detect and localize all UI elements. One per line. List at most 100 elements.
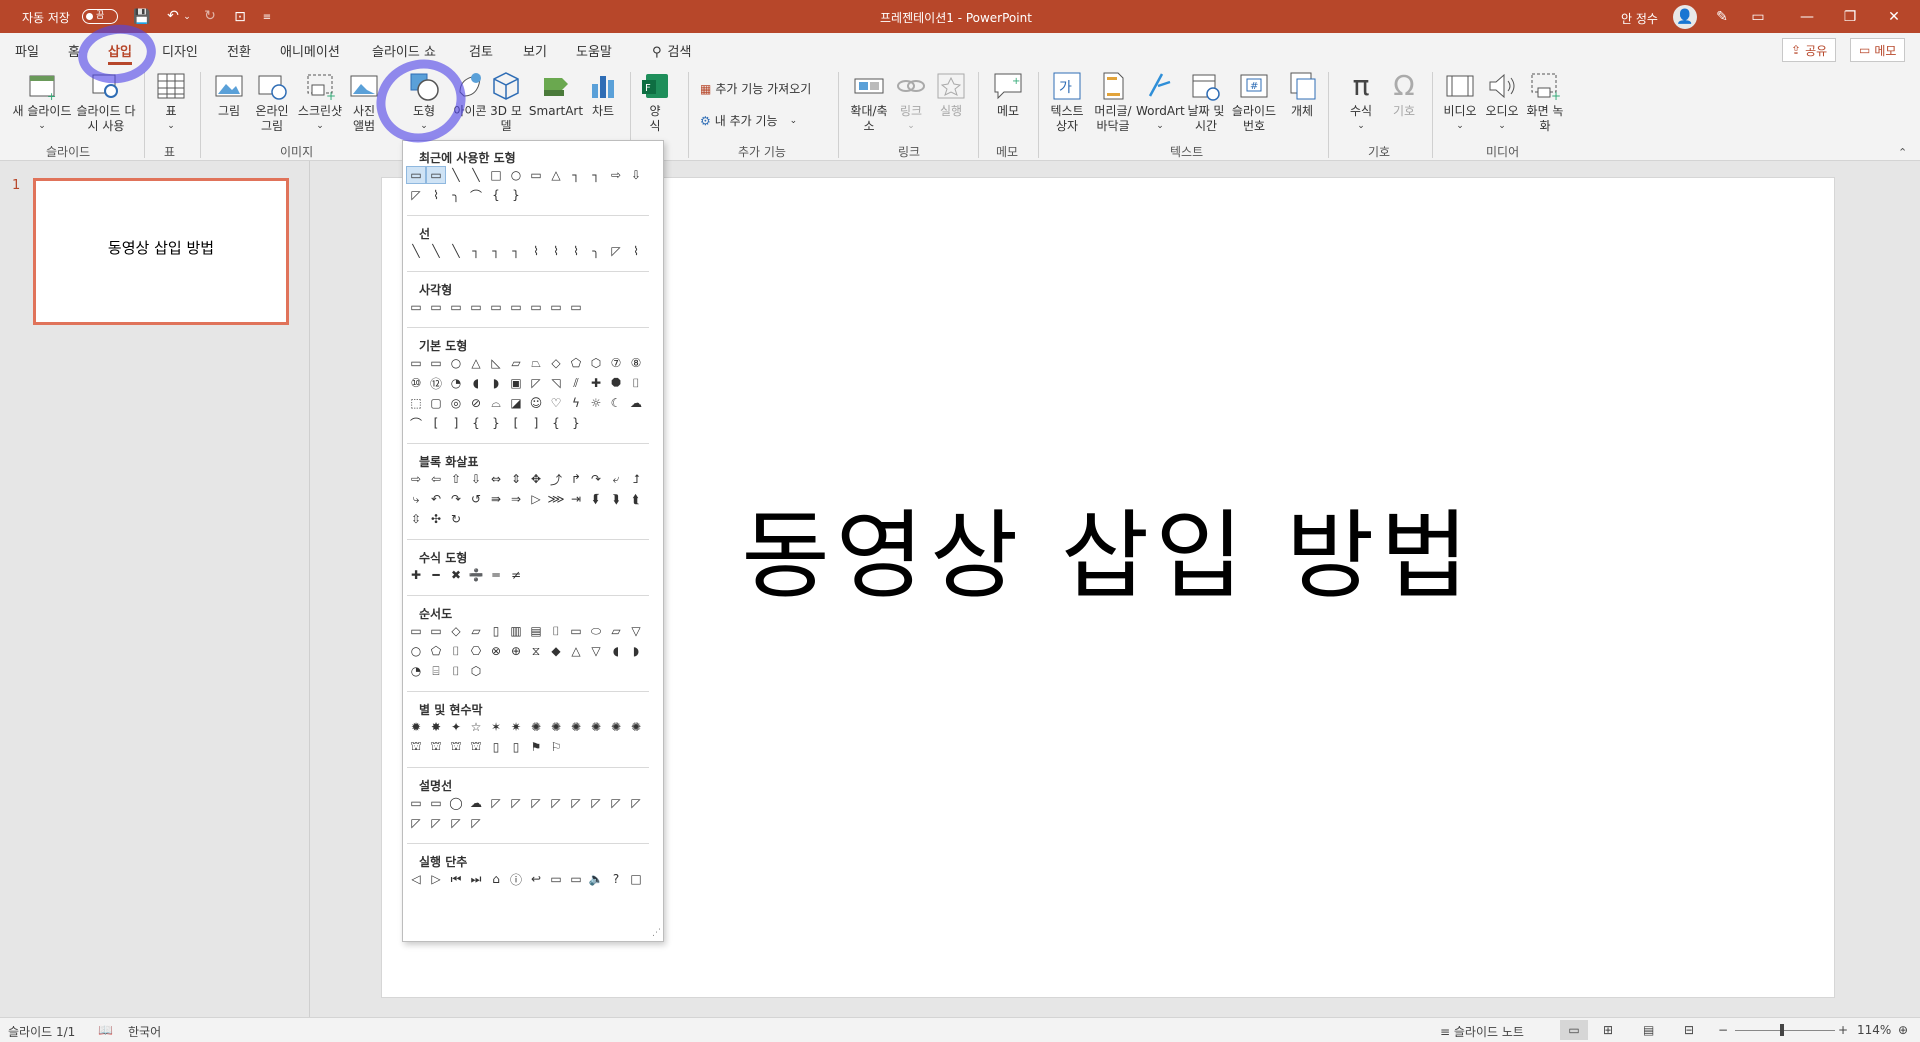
shape-icon[interactable]: ▥: [507, 623, 525, 639]
shape-icon[interactable]: ↷: [587, 471, 605, 487]
shape-icon[interactable]: ╲: [447, 243, 465, 259]
shape-icon[interactable]: ▭: [427, 355, 445, 371]
shape-icon[interactable]: ▭: [487, 299, 505, 315]
shape-icon[interactable]: ◸: [407, 187, 425, 203]
shape-icon[interactable]: ⬠: [567, 355, 585, 371]
symbol-button[interactable]: Ω 기호: [1384, 70, 1424, 119]
shape-icon[interactable]: ⌇: [567, 243, 585, 259]
shape-icon[interactable]: ☼: [587, 395, 605, 411]
shape-icon[interactable]: ⊕: [507, 643, 525, 659]
shape-icon[interactable]: ▤: [527, 623, 545, 639]
undo-icon[interactable]: ↶: [163, 6, 183, 26]
shape-icon[interactable]: ⬭: [587, 623, 605, 639]
my-addins-button[interactable]: ⚙ 내 추가 기능 ⌄: [700, 112, 797, 129]
shape-icon[interactable]: ◔: [447, 375, 465, 391]
shape-icon[interactable]: ⌷: [627, 375, 645, 391]
shape-icon[interactable]: ✺: [607, 719, 625, 735]
shape-icon[interactable]: ≠: [507, 567, 525, 583]
table-button[interactable]: 표 ⌄: [152, 70, 190, 134]
notes-button[interactable]: ≡ 슬라이드 노트: [1440, 1023, 1524, 1040]
shape-icon[interactable]: ▭: [467, 299, 485, 315]
shape-icon[interactable]: ✺: [627, 719, 645, 735]
tab-animations[interactable]: 애니메이션: [280, 41, 340, 60]
shape-icon[interactable]: ▭: [407, 355, 425, 371]
shape-icon[interactable]: ⬚: [407, 395, 425, 411]
shape-icon[interactable]: ✺: [567, 719, 585, 735]
object-button[interactable]: 개체: [1284, 70, 1320, 119]
shape-icon[interactable]: 🔈: [587, 871, 605, 887]
slide-number-button[interactable]: # 슬라이드 번호: [1228, 70, 1280, 134]
slideshow-icon[interactable]: ⊟: [1684, 1023, 1694, 1037]
shape-icon[interactable]: ⇨: [607, 167, 625, 183]
shape-icon[interactable]: □: [487, 167, 505, 183]
shape-icon[interactable]: ⌓: [487, 395, 505, 411]
date-time-button[interactable]: 날짜 및 시간: [1186, 70, 1226, 134]
shape-icon[interactable]: ◸: [467, 815, 485, 831]
gallery-resize-handle[interactable]: ⋰: [652, 928, 661, 938]
shape-icon[interactable]: ✚: [407, 567, 425, 583]
tab-file[interactable]: 파일: [15, 41, 39, 60]
shape-icon[interactable]: ⏥: [607, 623, 625, 639]
shape-icon[interactable]: ▷: [427, 871, 445, 887]
smartart-button[interactable]: SmartArt: [528, 70, 584, 119]
shape-icon[interactable]: ◯: [447, 795, 465, 811]
spellcheck-icon[interactable]: 📖: [98, 1023, 113, 1037]
shape-icon[interactable]: ◸: [487, 795, 505, 811]
shape-icon[interactable]: ✚: [587, 375, 605, 391]
shape-icon[interactable]: ╮: [447, 187, 465, 203]
shape-icon[interactable]: ▯: [487, 623, 505, 639]
shape-icon[interactable]: ⌇: [527, 243, 545, 259]
shape-icon[interactable]: ⮮: [587, 491, 605, 507]
shape-icon[interactable]: ⑧: [627, 355, 645, 371]
shape-icon[interactable]: ⇕: [507, 471, 525, 487]
equation-button[interactable]: π 수식 ⌄: [1338, 70, 1384, 134]
tab-design[interactable]: 디자인: [162, 41, 198, 60]
shape-icon[interactable]: ◆: [547, 643, 565, 659]
shape-icon[interactable]: ⬠: [427, 643, 445, 659]
picture-button[interactable]: 그림: [208, 70, 250, 119]
shape-icon[interactable]: ⮯: [607, 491, 625, 507]
wordart-button[interactable]: WordArt ⌄: [1136, 70, 1185, 134]
shape-icon[interactable]: ▭: [407, 623, 425, 639]
shape-icon[interactable]: {: [547, 415, 565, 431]
close-icon[interactable]: ✕: [1882, 7, 1906, 27]
shape-icon[interactable]: ╲: [447, 167, 465, 183]
shape-icon[interactable]: ○: [507, 167, 525, 183]
shape-icon[interactable]: ╲: [407, 243, 425, 259]
shape-icon[interactable]: ✷: [507, 719, 525, 735]
shape-icon[interactable]: ◸: [547, 795, 565, 811]
shape-icon[interactable]: ▭: [407, 299, 425, 315]
shape-icon[interactable]: ┐: [467, 243, 485, 259]
3d-models-button[interactable]: 3D 모델: [488, 70, 524, 134]
shape-icon[interactable]: ✥: [527, 471, 545, 487]
shape-icon[interactable]: ⊘: [467, 395, 485, 411]
shape-icon[interactable]: ▱: [507, 355, 525, 371]
pen-icon[interactable]: ✎: [1712, 7, 1732, 27]
shape-icon[interactable]: ⮥: [627, 471, 645, 487]
shape-icon[interactable]: ⌷: [447, 643, 465, 659]
video-button[interactable]: 비디오 ⌄: [1440, 70, 1480, 134]
avatar[interactable]: 👤: [1673, 5, 1697, 29]
share-button[interactable]: ⇪ 공유: [1782, 38, 1837, 62]
tab-view[interactable]: 보기: [523, 41, 547, 60]
tab-review[interactable]: 검토: [469, 41, 493, 60]
shape-icon[interactable]: ⊗: [487, 643, 505, 659]
fit-to-window-icon[interactable]: ⊕: [1898, 1023, 1908, 1037]
shape-icon[interactable]: ⛫: [467, 739, 485, 755]
shape-icon[interactable]: ☾: [607, 395, 625, 411]
user-name[interactable]: 안 정수: [1621, 10, 1658, 27]
shape-icon[interactable]: ▭: [427, 623, 445, 639]
shape-icon[interactable]: ▷: [527, 491, 545, 507]
shape-icon[interactable]: ◁: [407, 871, 425, 887]
redo-icon[interactable]: ↻: [200, 6, 220, 26]
shape-icon[interactable]: ⌇: [547, 243, 565, 259]
shape-icon[interactable]: ◸: [447, 815, 465, 831]
tab-slideshow[interactable]: 슬라이드 쇼: [372, 41, 436, 60]
shape-icon[interactable]: ⌷: [447, 663, 465, 679]
shape-icon[interactable]: ⌒: [407, 415, 425, 431]
shape-icon[interactable]: ○: [407, 643, 425, 659]
shape-icon[interactable]: ▭: [406, 166, 426, 184]
shape-icon[interactable]: ▭: [507, 299, 525, 315]
shape-icon[interactable]: ◪: [507, 395, 525, 411]
shape-icon[interactable]: ϟ: [567, 395, 585, 411]
